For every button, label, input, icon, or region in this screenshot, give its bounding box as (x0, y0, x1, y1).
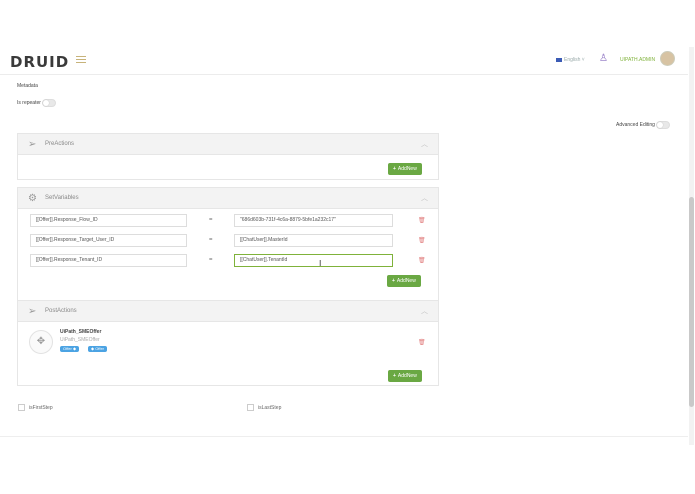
language-selector[interactable]: English ˅ (556, 57, 585, 63)
gear-icon: ⚙ (28, 193, 37, 204)
offer-tag[interactable]: ◆ Offer (88, 346, 108, 352)
is-last-step-checkbox[interactable] (247, 404, 254, 411)
variable-name-field[interactable]: [[Offer]].Response_Flow_ID (30, 214, 187, 227)
pre-actions-title: PreActions (45, 141, 75, 147)
trash-icon[interactable]: 🗑 (418, 237, 426, 244)
equals-sign: = (209, 257, 213, 263)
trash-icon[interactable]: 🗑 (418, 257, 426, 264)
paper-plane-icon: ➢ (28, 306, 37, 317)
add-label: AddNew (397, 373, 417, 379)
top-bar: DRUID English ˅ ♙ UIPATH.ADMIN (0, 47, 688, 75)
plus-icon: + (393, 166, 396, 172)
post-actions-title: PostActions (45, 308, 77, 314)
metadata-label: Metadata (17, 83, 38, 89)
is-repeater-toggle[interactable] (42, 99, 56, 107)
post-action-item[interactable]: ✥ UiPath_SMEOffer UiPath_SMEOffer Offer … (18, 323, 438, 363)
variable-name-field[interactable]: [[Offer]].Response_Tenant_ID (30, 254, 187, 267)
action-subtitle: UiPath_SMEOffer (60, 337, 100, 343)
set-variables-header[interactable]: ⚙ SetVariables ︿ (18, 188, 438, 209)
move-icon[interactable]: ✥ (29, 330, 53, 354)
divider (0, 436, 688, 437)
chevron-up-icon[interactable]: ︿ (421, 306, 428, 316)
advanced-editing-toggle[interactable] (656, 121, 670, 129)
advanced-editing-label: Advanced Editing (616, 122, 655, 128)
variable-value-field[interactable]: [[ChatUser]].TenantId (234, 254, 393, 267)
plus-icon: + (392, 278, 395, 284)
text-cursor-icon: Ⅰ (319, 259, 322, 268)
tag-label: Offer (95, 346, 105, 351)
variable-name-field[interactable]: [[Offer]].Response_Target_User_ID (30, 234, 187, 247)
username-label[interactable]: UIPATH.ADMIN (620, 57, 655, 63)
pre-actions-header[interactable]: ➢ PreActions ︿ (18, 134, 438, 155)
set-variables-title: SetVariables (45, 195, 79, 201)
tag-label: Offer (63, 346, 72, 351)
trash-icon[interactable]: 🗑 (418, 339, 426, 346)
action-name: UiPath_SMEOffer (60, 329, 102, 335)
offer-tag[interactable]: Offer ◆ (60, 346, 80, 352)
pre-actions-add-button[interactable]: + AddNew (388, 163, 422, 175)
druid-logo[interactable]: DRUID (10, 53, 69, 71)
is-first-step-label: isFirstStep (29, 405, 53, 411)
notification-bell-icon[interactable]: ♙ (599, 53, 608, 64)
trash-icon[interactable]: 🗑 (418, 217, 426, 224)
is-repeater-label: Is repeater (17, 100, 41, 106)
equals-sign: = (209, 217, 213, 223)
main-content: Metadata Is repeater Advanced Editing ➢ … (0, 76, 688, 446)
is-last-step-label: isLastStep (258, 405, 282, 411)
post-actions-header[interactable]: ➢ PostActions ︿ (18, 301, 438, 322)
set-variables-add-button[interactable]: + AddNew (387, 275, 421, 287)
post-actions-panel: ➢ PostActions ︿ ✥ UiPath_SMEOffer UiPath… (17, 300, 439, 386)
post-actions-add-button[interactable]: + AddNew (388, 370, 422, 382)
pre-actions-panel: ➢ PreActions ︿ + AddNew (17, 133, 439, 180)
chevron-up-icon[interactable]: ︿ (421, 139, 428, 149)
language-label: English (564, 57, 581, 63)
hamburger-menu-icon[interactable] (76, 56, 86, 64)
plus-icon: + (393, 373, 396, 379)
vertical-scrollbar[interactable] (689, 47, 694, 445)
equals-sign: = (209, 237, 213, 243)
chevron-up-icon[interactable]: ︿ (421, 193, 428, 203)
add-label: AddNew (397, 166, 417, 172)
flag-icon (556, 57, 562, 62)
is-first-step-checkbox[interactable] (18, 404, 25, 411)
add-label: AddNew (396, 278, 416, 284)
variable-value-field[interactable]: "686d603b-731f-4c6a-8879-5bfe1a232c17" (234, 214, 393, 227)
variable-value-field[interactable]: [[ChatUser]].MasterId (234, 234, 393, 247)
scrollbar-thumb[interactable] (689, 197, 694, 407)
paper-plane-icon: ➢ (28, 139, 37, 150)
avatar[interactable] (660, 51, 675, 66)
